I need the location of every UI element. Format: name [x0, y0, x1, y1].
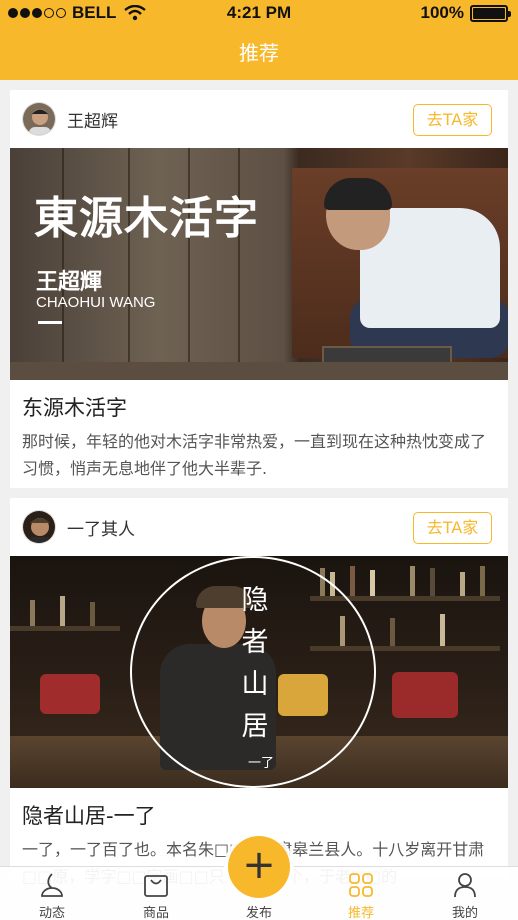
post-card[interactable]: 一了其人 去TA家 隐者山居 一了 隐者山居-一了 一了，一了百了也。本名朱□□…	[10, 498, 508, 886]
battery-percent: 100%	[420, 3, 464, 22]
tab-label: 动态	[38, 906, 65, 920]
moments-icon	[41, 873, 63, 897]
visit-home-button[interactable]: 去TA家	[413, 104, 492, 136]
cover-subtitle: 王超輝	[36, 270, 103, 295]
tab-recommend[interactable]: 推荐	[321, 867, 401, 920]
post-header: 一了其人 去TA家	[10, 498, 508, 556]
tab-label: 推荐	[347, 906, 374, 920]
post-cover-image[interactable]: 隐者山居 一了	[10, 556, 508, 788]
tab-profile[interactable]: 我的	[425, 867, 505, 920]
cover-signature: 一了	[248, 756, 275, 771]
author-name[interactable]: 一了其人	[67, 515, 135, 540]
user-icon	[454, 873, 476, 898]
publish-button[interactable]: +	[228, 836, 290, 898]
post-title[interactable]: 隐者山居-一了	[10, 788, 508, 830]
tab-label: 我的	[451, 906, 478, 920]
avatar[interactable]	[22, 510, 56, 544]
post-title[interactable]: 东源木活字	[10, 380, 508, 422]
cover-title: 東源木活字	[34, 193, 259, 244]
post-header: 王超辉 去TA家	[10, 90, 508, 148]
cover-divider	[38, 321, 62, 324]
plus-icon: +	[242, 842, 276, 888]
publish-label: 发布	[245, 906, 272, 920]
tab-products[interactable]: 商品	[116, 867, 196, 920]
page-title: 推荐	[0, 26, 518, 80]
visit-home-button[interactable]: 去TA家	[413, 512, 492, 544]
post-description: 那时候，年轻的他对木活字非常热爱，一直到现在这种热忱变成了习惯，悄声无息地伴了他…	[22, 432, 487, 478]
tab-label: 商品	[142, 906, 169, 920]
battery-icon	[470, 4, 511, 22]
cover-english-name: CHAOHUI WANG	[36, 294, 156, 311]
post-card[interactable]: 王超辉 去TA家 東源木活字 王超輝 CHAOHUI WANG 东源木活字 那时…	[10, 90, 508, 488]
author-name[interactable]: 王超辉	[67, 107, 118, 132]
shopping-bag-icon	[144, 875, 168, 897]
battery-status: 100%	[420, 3, 511, 23]
status-bar: BELL 4:21 PM 100%	[0, 0, 518, 26]
post-cover-image[interactable]: 東源木活字 王超輝 CHAOHUI WANG	[10, 148, 508, 380]
tab-moments[interactable]: 动态	[12, 867, 92, 920]
cover-vertical-title: 隐者山居	[241, 585, 269, 742]
avatar[interactable]	[22, 102, 56, 136]
grid-icon	[349, 873, 373, 897]
